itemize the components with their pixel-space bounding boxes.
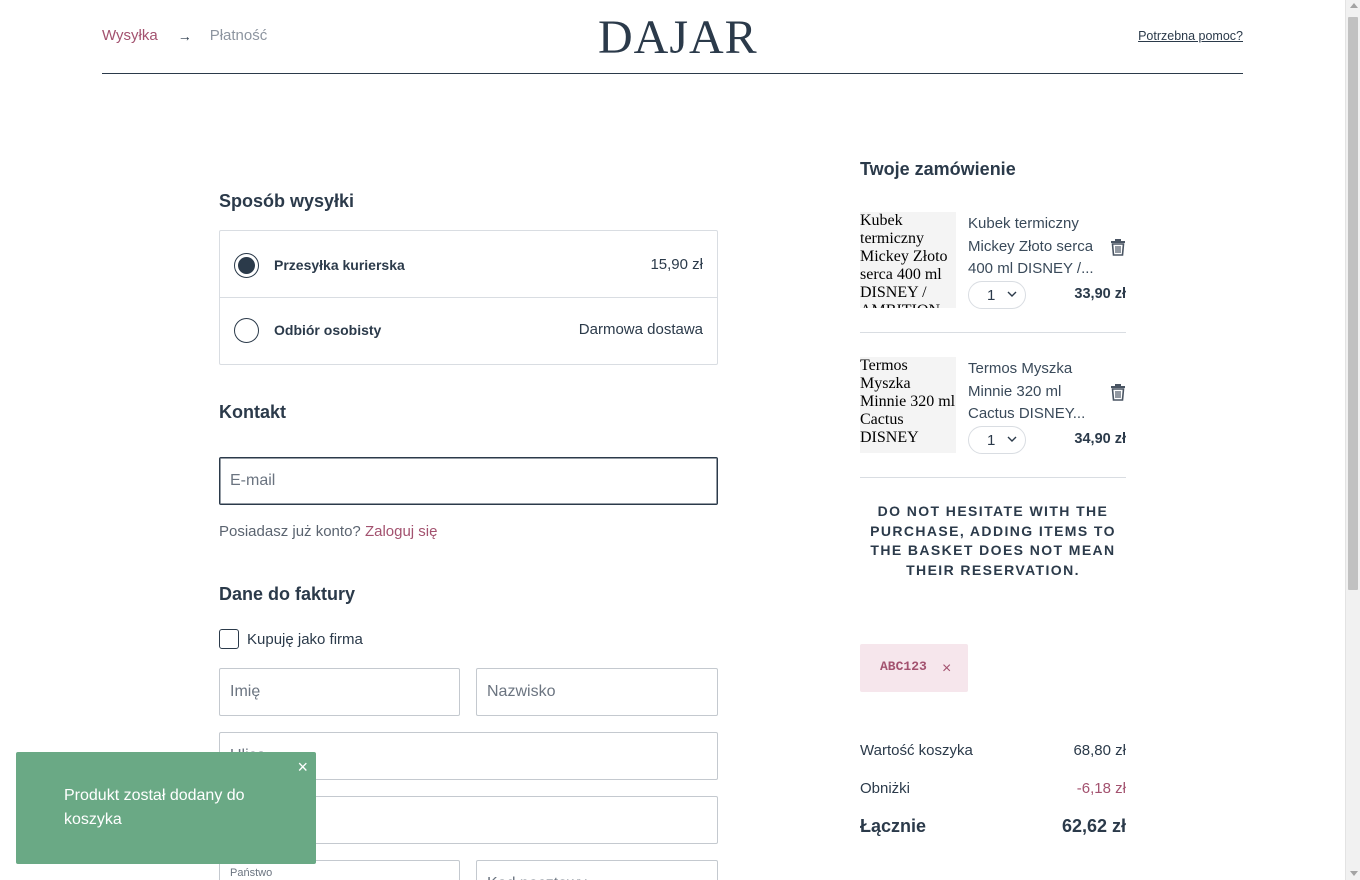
reservation-notice: DO NOT HESITATE WITH THE PURCHASE, ADDIN… xyxy=(870,503,1116,578)
trash-icon[interactable] xyxy=(1110,238,1126,256)
shipping-option-courier[interactable]: Przesyłka kurierska 15,90 zł xyxy=(220,231,717,298)
scroll-up-icon[interactable] xyxy=(1350,3,1358,8)
chevron-down-icon xyxy=(1007,436,1017,442)
quantity-select[interactable]: 1 xyxy=(968,426,1026,454)
help-link[interactable]: Potrzebna pomoc? xyxy=(1138,29,1243,43)
shipping-option-label: Przesyłka kurierska xyxy=(274,257,405,273)
product-name[interactable]: Kubek termiczny Mickey Złoto serca 400 m… xyxy=(968,213,1098,281)
quantity-value: 1 xyxy=(987,432,996,449)
email-input[interactable] xyxy=(219,457,718,505)
total-row: Łącznie 62,62 zł xyxy=(860,816,1126,837)
account-line: Posiadasz już konto? Zaloguj się xyxy=(219,523,437,540)
chevron-down-icon xyxy=(1007,291,1017,297)
cart-item: Kubek termiczny Mickey Złoto serca 400 m… xyxy=(860,212,1126,333)
step-shipping[interactable]: Wysyłka xyxy=(102,27,158,44)
shipping-option-price: Darmowa dostawa xyxy=(578,321,703,338)
discounts-label: Obniżki xyxy=(860,780,911,797)
invoice-title: Dane do faktury xyxy=(219,584,356,604)
total-label: Łącznie xyxy=(860,816,927,836)
radio-courier[interactable] xyxy=(234,253,259,278)
trash-icon[interactable] xyxy=(1110,383,1126,401)
cart-value-label: Wartość koszyka xyxy=(860,742,973,759)
page-scrollbar[interactable] xyxy=(1345,0,1360,880)
postal-code-input[interactable] xyxy=(476,860,718,880)
checkout-header: Wysyłka → Płatność DAJAR Potrzebna pomoc… xyxy=(102,0,1243,74)
checkout-steps: Wysyłka → Płatność xyxy=(102,27,267,44)
toast-notification: Produkt został dodany do koszyka × xyxy=(16,752,316,864)
product-image[interactable]: Termos Myszka Minnie 320 ml Cactus DISNE… xyxy=(860,357,956,453)
total-value: 62,62 zł xyxy=(1061,816,1126,836)
quantity-value: 1 xyxy=(987,287,996,304)
scroll-down-icon[interactable] xyxy=(1350,871,1358,876)
remove-coupon-icon[interactable]: × xyxy=(942,660,951,678)
discounts-row: Obniżki -6,18 zł xyxy=(860,780,1126,797)
login-link[interactable]: Zaloguj się xyxy=(365,523,438,540)
account-question: Posiadasz już konto? xyxy=(219,523,361,540)
radio-pickup[interactable] xyxy=(234,318,259,343)
country-label: Państwo xyxy=(230,867,273,879)
coupon-code: ABC123 xyxy=(880,659,927,674)
last-name-input[interactable] xyxy=(476,668,718,716)
step-payment: Płatność xyxy=(209,27,268,44)
discounts-value: -6,18 zł xyxy=(1076,780,1126,797)
company-checkbox-row[interactable]: Kupuję jako firma xyxy=(219,629,363,649)
contact-title: Kontakt xyxy=(219,402,286,422)
toast-message: Produkt został dodany do koszyka xyxy=(64,787,245,828)
shipping-option-label: Odbiór osobisty xyxy=(274,322,382,338)
product-price: 34,90 zł xyxy=(1074,431,1126,447)
coupon-chip: ABC123 × xyxy=(860,644,968,692)
cart-item: Termos Myszka Minnie 320 ml Cactus DISNE… xyxy=(860,357,1126,478)
order-title: Twoje zamówienie xyxy=(860,159,1016,179)
product-name[interactable]: Termos Myszka Minnie 320 ml Cactus DISNE… xyxy=(968,358,1098,426)
cart-value: 68,80 zł xyxy=(1073,742,1126,759)
shipping-options: Przesyłka kurierska 15,90 zł Odbiór osob… xyxy=(219,230,718,365)
shipping-option-price: 15,90 zł xyxy=(650,256,703,273)
shipping-option-pickup[interactable]: Odbiór osobisty Darmowa dostawa xyxy=(220,298,717,365)
first-name-input[interactable] xyxy=(219,668,460,716)
cart-value-row: Wartość koszyka 68,80 zł xyxy=(860,742,1126,759)
product-price: 33,90 zł xyxy=(1074,286,1126,302)
product-image[interactable]: Kubek termiczny Mickey Złoto serca 400 m… xyxy=(860,212,956,308)
close-icon[interactable]: × xyxy=(297,758,308,776)
company-checkbox-label: Kupuję jako firma xyxy=(247,630,363,648)
step-arrow-icon: → xyxy=(177,27,192,44)
scroll-thumb[interactable] xyxy=(1348,17,1358,590)
company-checkbox[interactable] xyxy=(219,629,239,649)
shipping-title: Sposób wysyłki xyxy=(219,191,355,211)
quantity-select[interactable]: 1 xyxy=(968,281,1026,309)
dajar-logo[interactable]: DAJAR xyxy=(598,10,758,65)
